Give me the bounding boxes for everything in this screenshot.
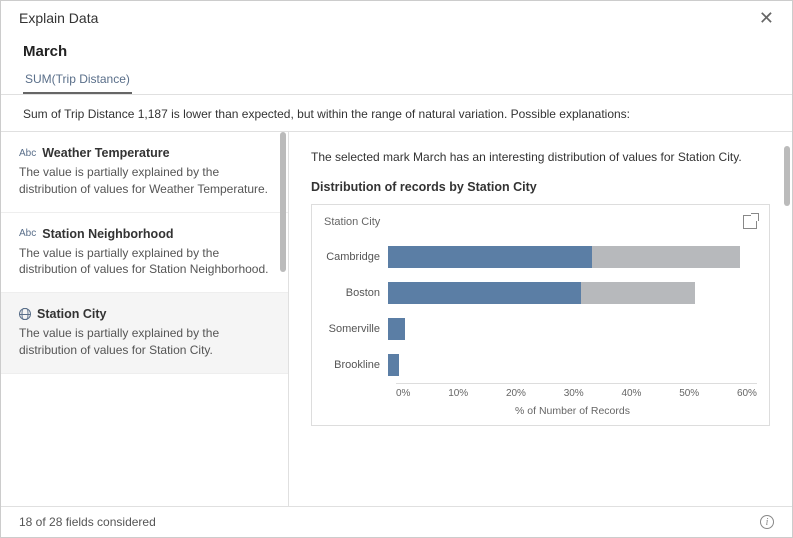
info-icon[interactable]: i — [760, 515, 774, 529]
explanation-station-city[interactable]: Station City The value is partially expl… — [1, 293, 288, 374]
explanation-desc: The value is partially explained by the … — [19, 245, 272, 279]
bar-category-label: Cambridge — [324, 251, 388, 263]
bar-selected — [388, 246, 592, 268]
axis-tick: 50% — [679, 388, 699, 399]
bar-track[interactable] — [388, 318, 757, 340]
bar-row: Cambridge — [324, 239, 757, 275]
bar-selected — [388, 354, 399, 376]
open-as-viz-icon[interactable] — [743, 215, 757, 229]
bar-track[interactable] — [388, 246, 757, 268]
axis-tick: 60% — [737, 388, 757, 399]
measure-tabs: SUM(Trip Distance) — [1, 66, 792, 95]
explanation-title: Station City — [37, 307, 106, 321]
dialog-footer: 18 of 28 fields considered i — [1, 506, 792, 537]
bar-row: Somerville — [324, 311, 757, 347]
explanations-list[interactable]: Abc Weather Temperature The value is par… — [1, 132, 289, 506]
geographic-field-icon — [19, 308, 31, 320]
fields-considered: 18 of 28 fields considered — [19, 515, 156, 529]
x-axis-label: % of Number of Records — [388, 405, 757, 417]
detail-text: The selected mark March has an interesti… — [311, 148, 770, 166]
distribution-chart: Station City Cambridge Boston Somerville Br… — [311, 204, 770, 426]
close-icon[interactable]: ✕ — [759, 9, 774, 27]
dialog-title: Explain Data — [19, 10, 98, 26]
summary-text: Sum of Trip Distance 1,187 is lower than… — [1, 95, 792, 132]
explanation-title: Weather Temperature — [42, 146, 169, 160]
dialog-header: Explain Data ✕ — [1, 1, 792, 33]
axis-tick: 0% — [396, 388, 410, 399]
mark-name: March — [1, 33, 792, 66]
bar-row: Brookline — [324, 347, 757, 383]
axis-tick: 10% — [448, 388, 468, 399]
explanation-weather-temperature[interactable]: Abc Weather Temperature The value is par… — [1, 132, 288, 213]
detail-subtitle: Distribution of records by Station City — [311, 180, 770, 194]
x-axis-ticks: 0% 10% 20% 30% 40% 50% 60% — [396, 383, 757, 399]
axis-tick: 40% — [621, 388, 641, 399]
explanation-detail: The selected mark March has an interesti… — [289, 132, 792, 506]
string-field-icon: Abc — [19, 228, 36, 239]
left-scrollbar[interactable] — [280, 132, 286, 272]
bar-row: Boston — [324, 275, 757, 311]
bar-selected — [388, 318, 405, 340]
tab-sum-trip-distance[interactable]: SUM(Trip Distance) — [23, 66, 132, 94]
bar-chart-body: Cambridge Boston Somerville Brookline — [324, 239, 757, 383]
string-field-icon: Abc — [19, 148, 36, 159]
axis-tick: 20% — [506, 388, 526, 399]
explain-data-dialog: Explain Data ✕ March SUM(Trip Distance) … — [0, 0, 793, 538]
content-area: Abc Weather Temperature The value is par… — [1, 132, 792, 506]
right-scrollbar[interactable] — [784, 146, 790, 206]
explanation-desc: The value is partially explained by the … — [19, 325, 272, 359]
bar-category-label: Boston — [324, 287, 388, 299]
chart-field-label: Station City — [324, 216, 380, 228]
explanation-station-neighborhood[interactable]: Abc Station Neighborhood The value is pa… — [1, 213, 288, 294]
bar-category-label: Somerville — [324, 323, 388, 335]
bar-track[interactable] — [388, 282, 757, 304]
bar-selected — [388, 282, 581, 304]
axis-tick: 30% — [564, 388, 584, 399]
bar-track[interactable] — [388, 354, 757, 376]
explanation-title: Station Neighborhood — [42, 227, 173, 241]
explanation-desc: The value is partially explained by the … — [19, 164, 272, 198]
bar-category-label: Brookline — [324, 359, 388, 371]
